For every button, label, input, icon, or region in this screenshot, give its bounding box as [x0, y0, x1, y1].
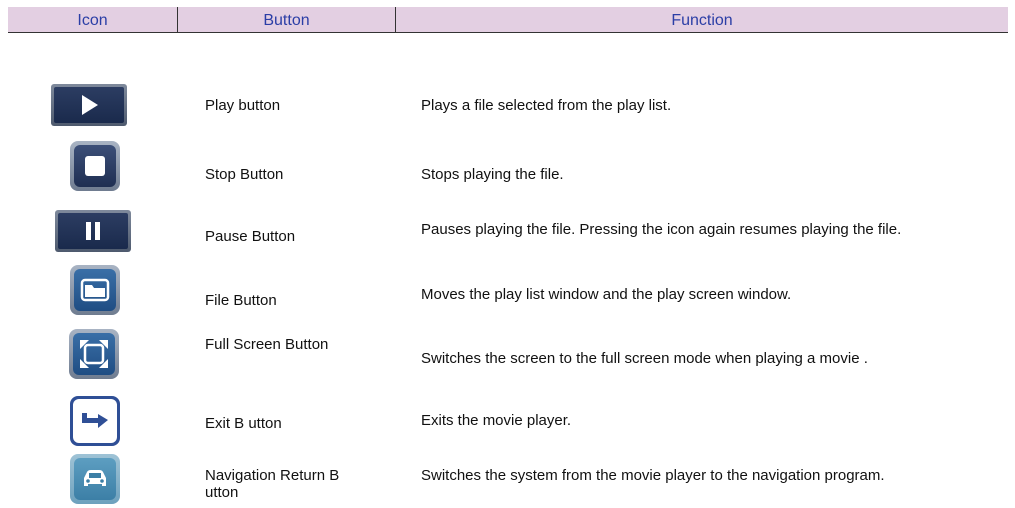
row-description: Switches the screen to the full screen m…: [421, 350, 868, 367]
row-label: Stop Button: [205, 166, 284, 183]
row-description: Pauses playing the file. Pressing the ic…: [421, 221, 902, 238]
table-header: Icon Button Function: [8, 7, 1008, 33]
car-icon: [70, 454, 120, 504]
fullscreen-icon: [69, 329, 119, 379]
exit-arrow-icon: [70, 396, 120, 446]
stop-icon: [70, 141, 120, 191]
header-function: Function: [671, 12, 733, 29]
row-label: Exit B utton: [205, 415, 282, 432]
row-description: Switches the system from the movie playe…: [421, 467, 885, 484]
row-label: Play button: [205, 97, 281, 114]
header-icon: Icon: [77, 12, 108, 29]
play-icon: [51, 84, 127, 126]
row-description: Stops playing the file.: [421, 166, 564, 183]
pause-icon: [55, 210, 131, 252]
row-label: File Button: [205, 292, 277, 309]
row-label: Navigation Return B utton: [205, 467, 340, 501]
row-label: Full Screen Button: [205, 336, 329, 353]
header-button: Button: [263, 12, 310, 29]
row-label: Pause Button: [205, 228, 296, 245]
row-description: Exits the movie player.: [421, 412, 572, 429]
folder-icon: [70, 265, 120, 315]
row-description: Moves the play list window and the play …: [421, 286, 792, 303]
row-description: Plays a file selected from the play list…: [421, 97, 672, 114]
